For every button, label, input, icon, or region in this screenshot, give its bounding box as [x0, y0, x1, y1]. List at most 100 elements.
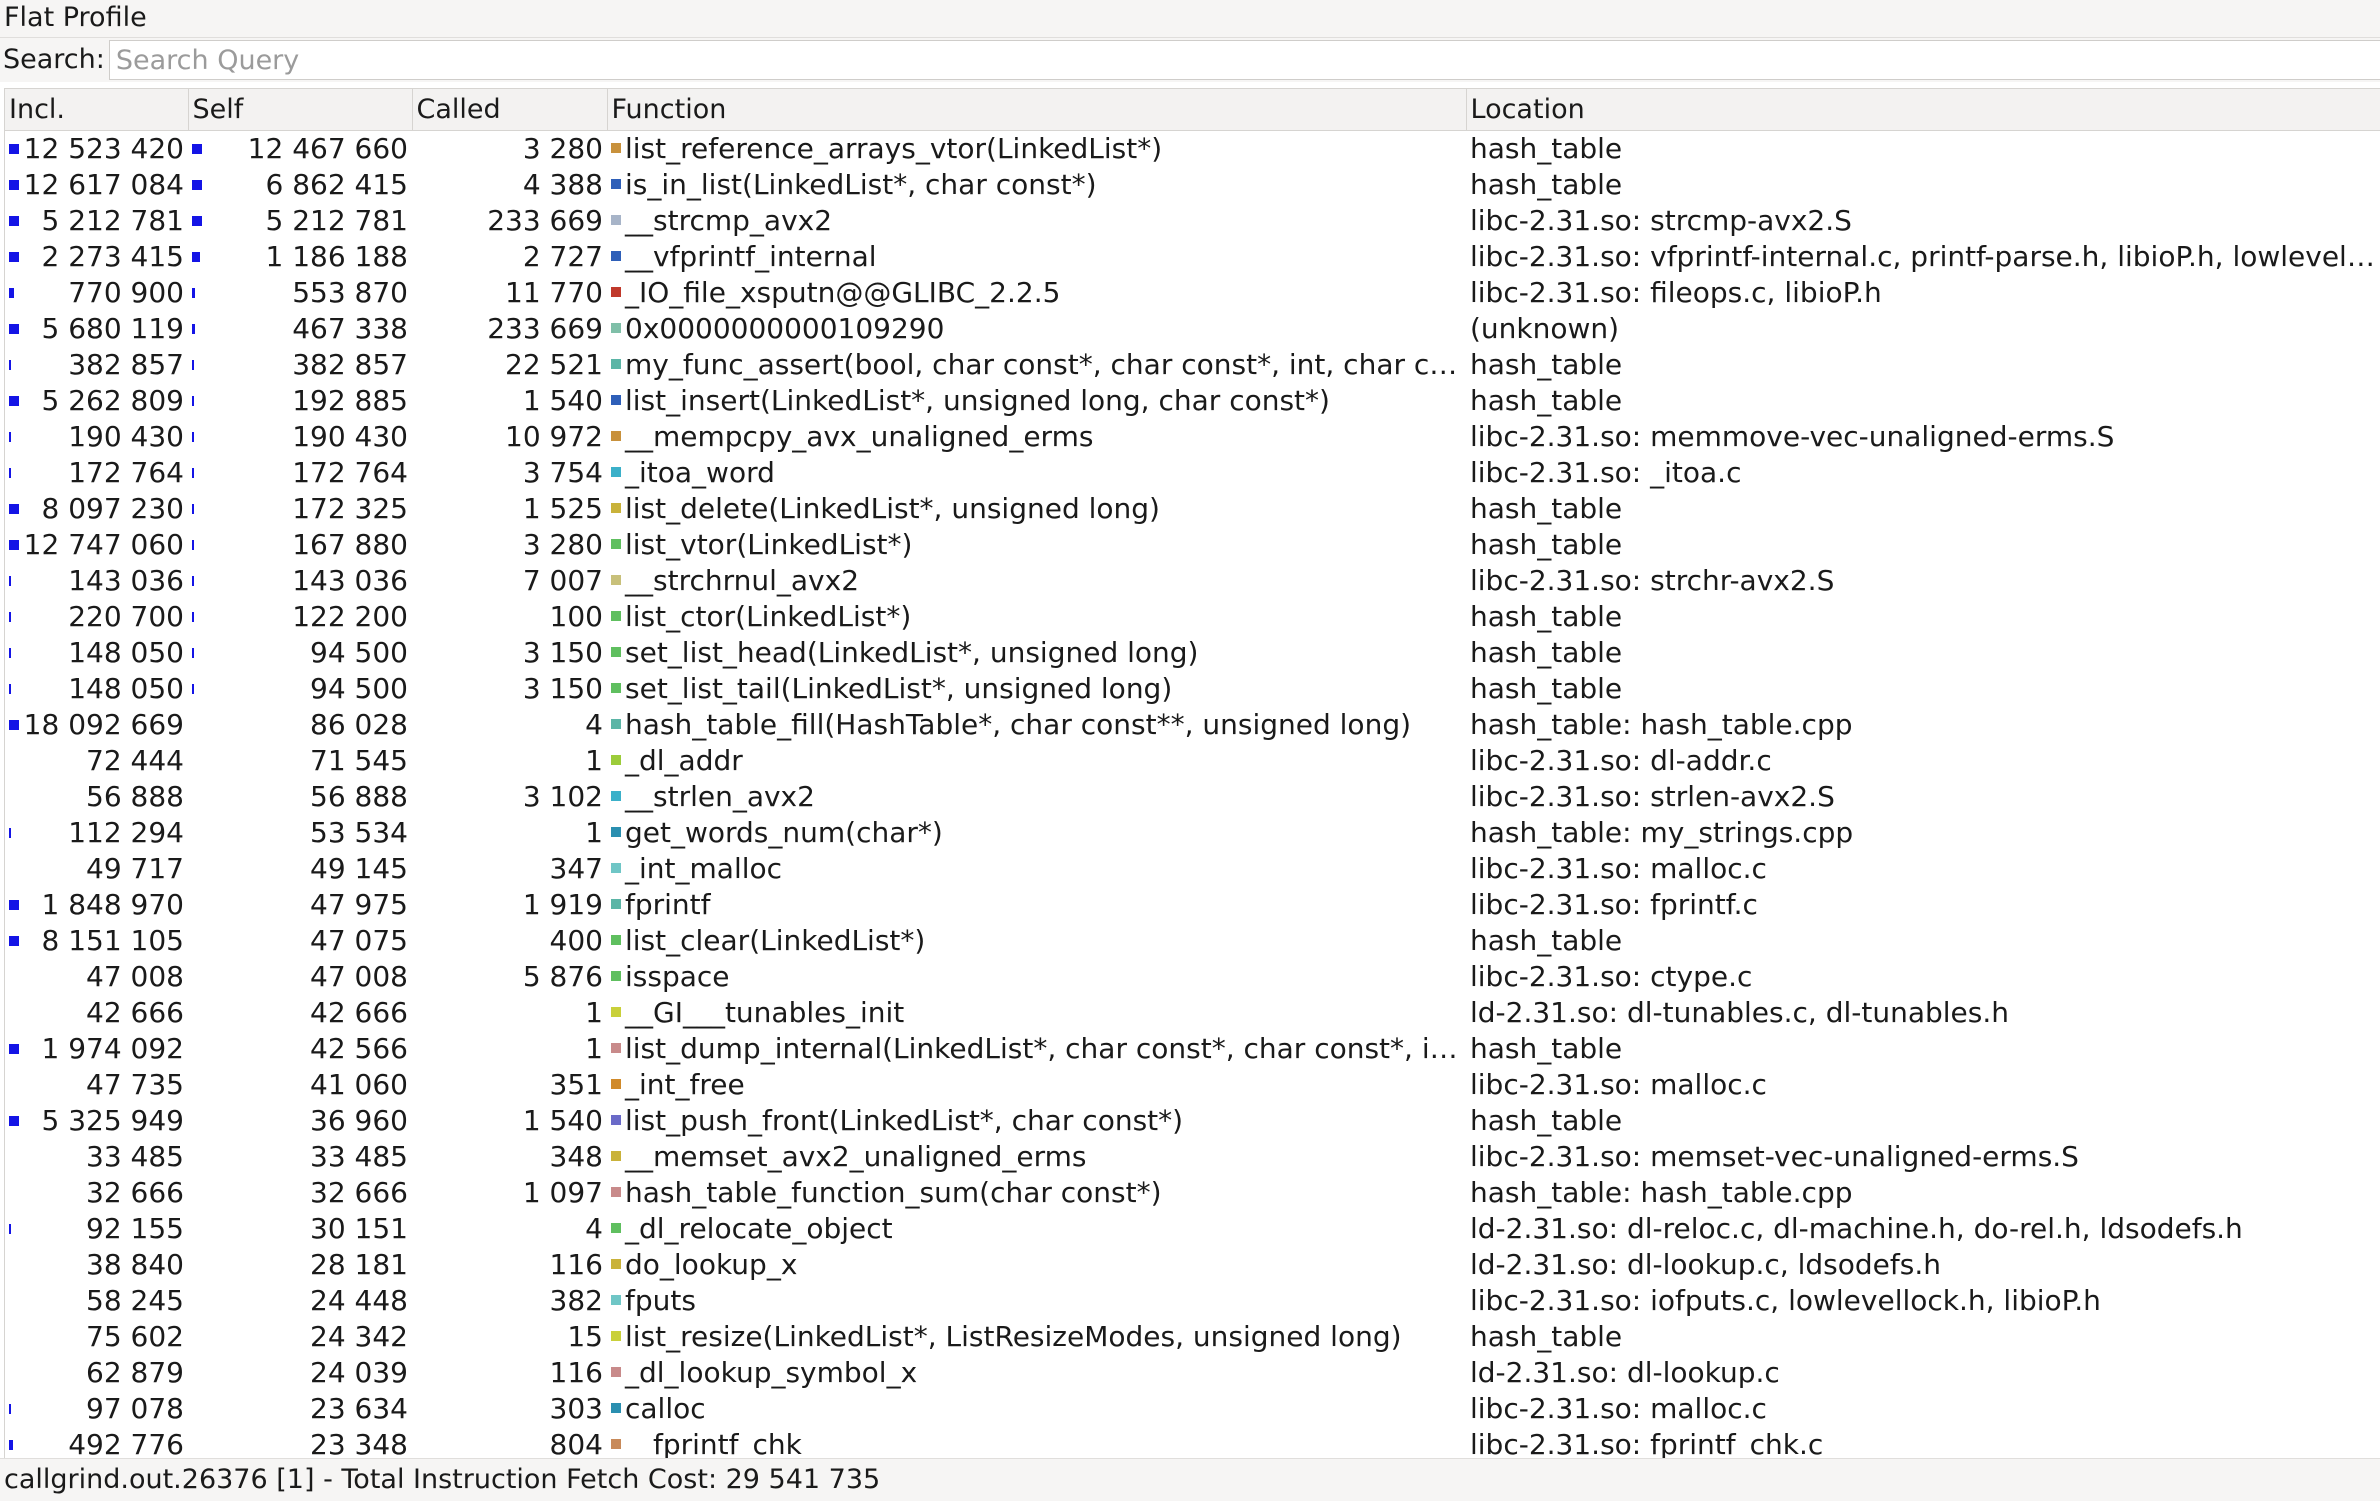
table-row[interactable]: 190 430 190 430 10 972 __mempcpy_avx_unalig… — [5, 419, 2380, 455]
table-row[interactable]: 382 857 382 857 22 521 my_func_assert(bool,… — [5, 347, 2380, 383]
cell-incl: 770 900 — [5, 275, 188, 311]
table-row[interactable]: 38 840 28 181 116 do_lookup_x ld-2.31.so: dl… — [5, 1247, 2380, 1283]
function-name: list_resize(LinkedList*, ListResizeModes… — [625, 1320, 1402, 1353]
cell-incl-value: 172 764 — [68, 456, 184, 489]
column-header-function[interactable]: Function — [607, 89, 1467, 131]
table-row[interactable]: 49 717 49 145 347 _int_malloc libc-2.31.so: … — [5, 851, 2380, 887]
cell-function: set_list_tail(LinkedList*, unsigned long… — [607, 671, 1466, 707]
cell-location: ld-2.31.so: dl-reloc.c, dl-machine.h, do… — [1470, 1212, 2243, 1245]
table-row[interactable]: 56 888 56 888 3 102 __strlen_avx2 libc-2.31.… — [5, 779, 2380, 815]
cell-called: 351 — [549, 1068, 603, 1101]
cell-self-value: 41 060 — [310, 1068, 408, 1101]
cost-color-swatch-icon — [611, 1331, 621, 1341]
table-row[interactable]: 143 036 143 036 7 007 __strchrnul_avx2 libc-… — [5, 563, 2380, 599]
cost-color-swatch-icon — [611, 251, 621, 261]
table-row[interactable]: 148 050 94 500 3 150 set_list_head(LinkedLi… — [5, 635, 2380, 671]
function-name: hash_table_fill(HashTable*, char const**… — [625, 708, 1412, 741]
table-row[interactable]: 72 444 71 545 1 _dl_addr libc-2.31.so: dl-ad… — [5, 743, 2380, 779]
cell-incl: 492 776 — [5, 1427, 188, 1458]
table-row[interactable]: 47 735 41 060 351 _int_free libc-2.31.so: ma… — [5, 1067, 2380, 1103]
column-header-location[interactable]: Location — [1466, 89, 2380, 131]
cell-incl: 18 092 669 — [5, 707, 188, 743]
cost-bar — [9, 540, 19, 550]
table-row[interactable]: 33 485 33 485 348 __memset_avx2_unaligned_e… — [5, 1139, 2380, 1175]
table-row[interactable]: 97 078 23 634 303 calloc libc-2.31.so: mallo… — [5, 1391, 2380, 1427]
cell-called: 3 280 — [522, 132, 603, 165]
cell-function: fputs — [607, 1283, 1466, 1319]
cell-called: 1 — [585, 996, 603, 1029]
column-header-called[interactable]: Called — [412, 89, 608, 131]
column-header-self[interactable]: Self — [188, 89, 413, 131]
table-row[interactable]: 492 776 23 348 804 __fprintf_chk libc-2.31.s… — [5, 1427, 2380, 1458]
cost-color-swatch-icon — [611, 755, 621, 765]
cell-incl-value: 190 430 — [68, 420, 184, 453]
cost-bar — [9, 180, 19, 190]
cell-function: __strlen_avx2 — [607, 779, 1466, 815]
table-row[interactable]: 5 212 781 5 212 781 233 669 __strcmp_avx2 li… — [5, 203, 2380, 239]
cell-location: libc-2.31.so: strcmp-avx2.S — [1470, 204, 1852, 237]
table-row[interactable]: 62 879 24 039 116 _dl_lookup_symbol_x ld-2.3… — [5, 1355, 2380, 1391]
cell-self-value: 36 960 — [310, 1104, 408, 1137]
cost-bar — [9, 900, 19, 910]
table-row[interactable]: 8 097 230 172 325 1 525 list_delete(LinkedL… — [5, 491, 2380, 527]
table-row[interactable]: 770 900 553 870 11 770 _IO_file_xsputn@@GLI… — [5, 275, 2380, 311]
table-row[interactable]: 8 151 105 47 075 400 list_clear(LinkedList*… — [5, 923, 2380, 959]
cost-bar — [192, 576, 194, 586]
function-name: _dl_relocate_object — [625, 1212, 893, 1245]
cell-function: __strcmp_avx2 — [607, 203, 1466, 239]
table-row[interactable]: 12 747 060 167 880 3 280 list_vtor(LinkedLi… — [5, 527, 2380, 563]
cell-called: 5 876 — [522, 960, 603, 993]
cell-self: 467 338 — [188, 311, 412, 347]
table-row[interactable]: 1 848 970 47 975 1 919 fprintf libc-2.31.so:… — [5, 887, 2380, 923]
cell-location: libc-2.31.so: fprintf_chk.c — [1470, 1428, 1824, 1458]
table-row[interactable]: 172 764 172 764 3 754 _itoa_word libc-2.31.s… — [5, 455, 2380, 491]
function-name: list_clear(LinkedList*) — [625, 924, 926, 957]
table-row[interactable]: 32 666 32 666 1 097 hash_table_function_sum… — [5, 1175, 2380, 1211]
cell-incl: 1 848 970 — [5, 887, 188, 923]
table-row[interactable]: 58 245 24 448 382 fputs libc-2.31.so: iofput… — [5, 1283, 2380, 1319]
table-row[interactable]: 5 680 119 467 338 233 669 0x000000000010929… — [5, 311, 2380, 347]
cell-function: set_list_head(LinkedList*, unsigned long… — [607, 635, 1466, 671]
table-row[interactable]: 12 523 420 12 467 660 3 280 list_reference_… — [5, 131, 2380, 168]
table-row[interactable]: 92 155 30 151 4 _dl_relocate_object ld-2.31.… — [5, 1211, 2380, 1247]
cell-self: 36 960 — [188, 1103, 412, 1139]
cost-bar — [192, 324, 195, 334]
table-row[interactable]: 5 325 949 36 960 1 540 list_push_front(Link… — [5, 1103, 2380, 1139]
cell-self-value: 47 008 — [310, 960, 408, 993]
cell-incl-value: 58 245 — [86, 1284, 184, 1317]
search-input[interactable] — [108, 40, 2380, 80]
cost-color-swatch-icon — [611, 1079, 621, 1089]
cell-incl-value: 112 294 — [68, 816, 184, 849]
table-row[interactable]: 5 262 809 192 885 1 540 list_insert(LinkedL… — [5, 383, 2380, 419]
cell-function: fprintf — [607, 887, 1466, 923]
cell-self: 23 634 — [188, 1391, 412, 1427]
column-header-incl[interactable]: Incl. — [5, 89, 189, 131]
cell-location: hash_table — [1470, 1104, 1623, 1137]
table-row[interactable]: 18 092 669 86 028 4 hash_table_fill(HashTab… — [5, 707, 2380, 743]
flat-profile-table[interactable]: Incl. Self Called Function Location 12 5… — [4, 88, 2380, 1458]
table-row[interactable]: 220 700 122 200 100 list_ctor(LinkedList*) h… — [5, 599, 2380, 635]
table-row[interactable]: 112 294 53 534 1 get_words_num(char*) hash_t… — [5, 815, 2380, 851]
cell-self: 24 448 — [188, 1283, 412, 1319]
cell-called: 4 388 — [522, 168, 603, 201]
table-row[interactable]: 12 617 084 6 862 415 4 388 is_in_list(Linke… — [5, 167, 2380, 203]
cell-location: hash_table — [1470, 492, 1623, 525]
cell-function: hash_table_fill(HashTable*, char const**… — [607, 707, 1466, 743]
cell-function: get_words_num(char*) — [607, 815, 1466, 851]
table-row[interactable]: 75 602 24 342 15 list_resize(LinkedList*, L… — [5, 1319, 2380, 1355]
table-row[interactable]: 47 008 47 008 5 876 isspace libc-2.31.so: ct… — [5, 959, 2380, 995]
cell-self: 30 151 — [188, 1211, 412, 1247]
cell-self: 172 325 — [188, 491, 412, 527]
cell-self-value: 94 500 — [310, 672, 408, 705]
cell-called: 2 727 — [522, 240, 603, 273]
cost-color-swatch-icon — [611, 575, 621, 585]
cell-self: 56 888 — [188, 779, 412, 815]
cell-incl-value: 5 325 949 — [41, 1104, 184, 1137]
table-row[interactable]: 2 273 415 1 186 188 2 727 __vfprintf_intern… — [5, 239, 2380, 275]
table-row[interactable]: 42 666 42 666 1 __GI___tunables_init ld-2.31… — [5, 995, 2380, 1031]
function-name: __strchrnul_avx2 — [625, 564, 860, 597]
cost-color-swatch-icon — [611, 1007, 621, 1017]
function-name: list_ctor(LinkedList*) — [625, 600, 912, 633]
table-row[interactable]: 148 050 94 500 3 150 set_list_tail(LinkedLi… — [5, 671, 2380, 707]
table-row[interactable]: 1 974 092 42 566 1 list_dump_internal(Linke… — [5, 1031, 2380, 1067]
